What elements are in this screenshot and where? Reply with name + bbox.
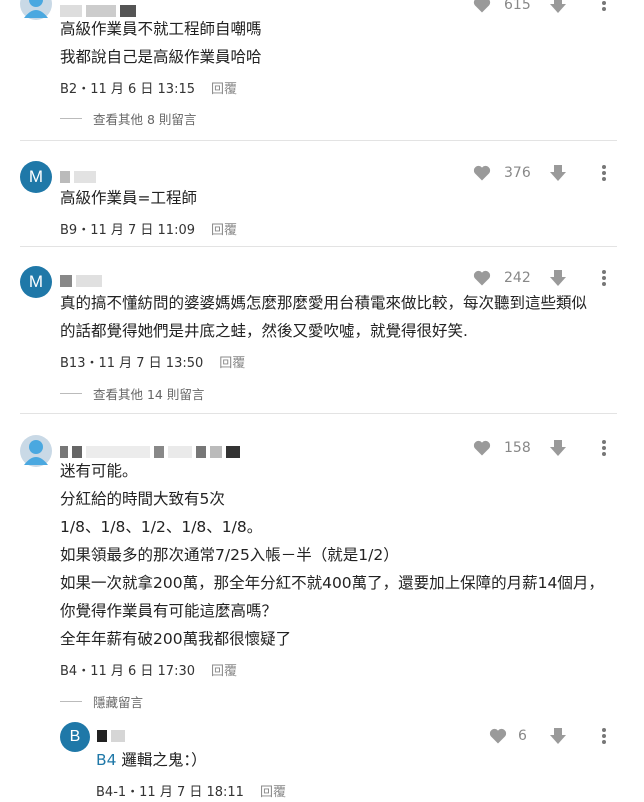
- comment-line: 高級作業員=工程師: [60, 189, 197, 207]
- comment-meta: B13・11 月 7 日 13:50 回覆: [60, 356, 246, 371]
- comment-meta: B4-1・11 月 7 日 18:11 回覆: [96, 785, 286, 800]
- like-count: 615: [504, 0, 531, 13]
- username-redacted: [60, 441, 244, 458]
- like-heart-icon[interactable]: [472, 438, 492, 458]
- more-options-icon[interactable]: [601, 727, 607, 745]
- comment-line: 你覺得作業員有可能這麼高嗎？: [60, 602, 278, 620]
- view-more-replies[interactable]: 查看其他 8 則留言: [60, 109, 196, 128]
- comment-line: 分紅給的時間大致有5次: [60, 490, 225, 508]
- like-count: 6: [518, 728, 527, 744]
- comment-b9: M 376 高級作業員=工程師 B9・11 月 7 日 11:09 回覆: [0, 141, 644, 245]
- reply-b4-1: B 6 B4 邏輯之鬼：） B4-1・11 月 7 日 18:11 回覆: [0, 714, 644, 802]
- comment-meta: B9・11 月 7 日 11:09 回覆: [60, 223, 238, 238]
- reply-button[interactable]: 回覆: [211, 223, 237, 238]
- comment-line: 我都說自己是高級作業員哈哈: [60, 48, 262, 66]
- comment-b2: 615 高級作業員不就工程師自嘲嗎 我都說自己是高級作業員哈哈 B2・11 月 …: [0, 0, 644, 140]
- like-heart-icon[interactable]: [472, 268, 492, 288]
- like-count: 158: [504, 440, 531, 456]
- user-avatar[interactable]: M: [20, 266, 52, 298]
- more-options-icon[interactable]: [601, 439, 607, 457]
- comment-line: 1/8、1/8、1/2、1/8、1/8。: [60, 518, 263, 536]
- comment-line: 如果一次就拿200萬，那全年分紅不就400萬了，還要加上保障的月薪14個月，: [60, 574, 604, 592]
- reply-button[interactable]: 回覆: [211, 82, 237, 97]
- person-icon: [20, 435, 52, 467]
- reply-text: B4 邏輯之鬼：）: [96, 751, 207, 769]
- username-redacted: [60, 0, 140, 17]
- downvote-arrow-icon[interactable]: [548, 726, 568, 746]
- comment-line: 迷有可能。: [60, 462, 138, 480]
- reply-button[interactable]: 回覆: [219, 356, 245, 371]
- person-icon: [20, 0, 52, 20]
- like-count: 376: [504, 165, 531, 181]
- user-avatar[interactable]: B: [60, 722, 90, 752]
- comment-line: 真的搞不懂紡問的婆婆媽媽怎麼那麼愛用台積電來做比較，每次聽到這些類似: [60, 294, 588, 312]
- comment-line: 如果領最多的那次通常7/25入帳－半（就是1/2）: [60, 546, 399, 564]
- more-options-icon[interactable]: [601, 269, 607, 287]
- user-avatar[interactable]: [20, 0, 52, 20]
- downvote-arrow-icon[interactable]: [548, 268, 568, 288]
- like-count: 242: [504, 270, 531, 286]
- comment-b4: 158 迷有可能。 分紅給的時間大致有5次 1/8、1/8、1/2、1/8、1/…: [0, 414, 644, 714]
- comment-b13: M 242 真的搞不懂紡問的婆婆媽媽怎麼那麼愛用台積電來做比較，每次聽到這些類似…: [0, 247, 644, 413]
- more-options-icon[interactable]: [601, 164, 607, 182]
- reply-button[interactable]: 回覆: [260, 785, 286, 800]
- more-options-icon[interactable]: [601, 0, 607, 12]
- comment-line: 高級作業員不就工程師自嘲嗎: [60, 20, 262, 38]
- downvote-arrow-icon[interactable]: [548, 0, 568, 15]
- comment-line: 全年年薪有破200萬我都很懷疑了: [60, 630, 292, 648]
- view-more-replies[interactable]: 查看其他 14 則留言: [60, 384, 204, 403]
- reply-button[interactable]: 回覆: [211, 664, 237, 679]
- downvote-arrow-icon[interactable]: [548, 438, 568, 458]
- hide-replies[interactable]: 隱藏留言: [60, 692, 143, 711]
- username-redacted: [60, 166, 100, 183]
- downvote-arrow-icon[interactable]: [548, 163, 568, 183]
- comment-line: 的話都覺得她們是井底之蛙，然後又愛吹噓，就覺得很好笑.: [60, 322, 468, 340]
- user-avatar[interactable]: [20, 435, 52, 467]
- username-redacted: [60, 270, 106, 287]
- like-heart-icon[interactable]: [472, 0, 492, 15]
- like-heart-icon[interactable]: [488, 726, 508, 746]
- user-avatar[interactable]: M: [20, 161, 52, 193]
- floor-tag-link[interactable]: B4: [96, 751, 117, 769]
- comment-meta: B4・11 月 6 日 17:30 回覆: [60, 664, 238, 679]
- like-heart-icon[interactable]: [472, 163, 492, 183]
- username-redacted: [97, 725, 129, 742]
- comment-meta: B2・11 月 6 日 13:15 回覆: [60, 82, 238, 97]
